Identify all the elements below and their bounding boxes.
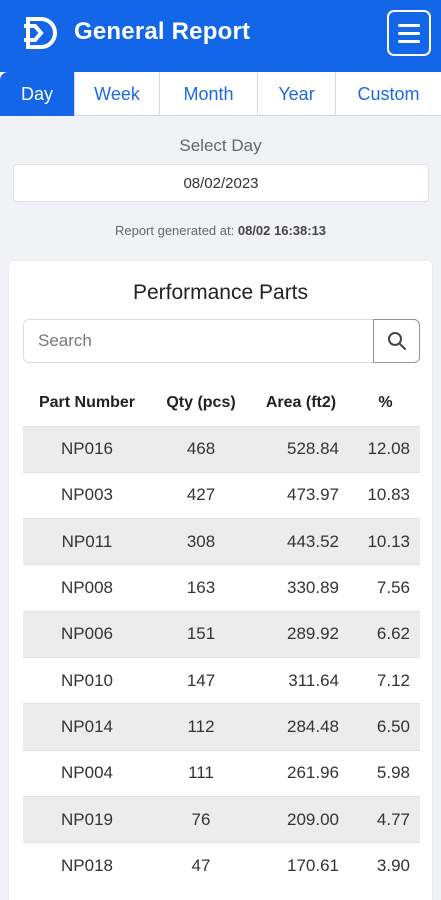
cell-percent: 12.08 bbox=[351, 425, 420, 473]
cell-part-number: NP016 bbox=[23, 425, 151, 473]
cell-percent: 4.77 bbox=[351, 795, 420, 843]
table-row[interactable]: NP011 308 443.52 10.13 bbox=[23, 518, 420, 565]
cell-percent: 7.12 bbox=[351, 656, 420, 704]
card-title: Performance Parts bbox=[132, 281, 309, 304]
cell-area: 209.00 bbox=[251, 795, 351, 843]
column-header-qty[interactable]: Qty (pcs) bbox=[151, 380, 251, 426]
report-generated-prefix: Report generated at: bbox=[114, 223, 235, 238]
cell-qty: 112 bbox=[151, 703, 251, 751]
logo-icon bbox=[24, 17, 57, 49]
cell-qty: 427 bbox=[151, 471, 251, 519]
search-input[interactable] bbox=[23, 319, 373, 363]
cell-area: 311.64 bbox=[251, 656, 351, 704]
cell-qty: 163 bbox=[151, 564, 251, 612]
cell-percent: 10.13 bbox=[351, 518, 420, 565]
cell-part-number: NP010 bbox=[23, 656, 151, 704]
cell-percent: 6.50 bbox=[351, 703, 420, 751]
cell-area: 170.61 bbox=[251, 842, 351, 889]
cell-percent: 7.56 bbox=[351, 564, 420, 612]
table-row[interactable]: NP019 76 209.00 4.77 bbox=[23, 795, 420, 843]
cell-area: 261.96 bbox=[251, 749, 351, 797]
cell-area: 284.48 bbox=[251, 703, 351, 751]
table-row[interactable]: NP004 111 261.96 5.98 bbox=[23, 749, 420, 797]
period-tabs: Day Week Month Year Custom bbox=[0, 72, 441, 116]
cell-area: 289.92 bbox=[251, 610, 351, 658]
cell-percent: 10.83 bbox=[351, 471, 420, 519]
cell-qty: 47 bbox=[151, 842, 251, 889]
select-day-label: Select Day bbox=[179, 136, 262, 155]
cell-part-number: NP006 bbox=[23, 610, 151, 658]
cell-percent: 3.90 bbox=[351, 842, 420, 889]
search-button[interactable] bbox=[373, 319, 420, 363]
cell-part-number: NP018 bbox=[23, 842, 151, 889]
cell-area: 528.84 bbox=[251, 425, 351, 473]
cell-part-number: NP019 bbox=[23, 795, 151, 843]
search-icon bbox=[387, 332, 406, 350]
table-row[interactable]: NP018 47 170.61 3.90 bbox=[23, 842, 420, 889]
cell-part-number: NP014 bbox=[23, 703, 151, 751]
column-header-part-number[interactable]: Part Number bbox=[23, 380, 151, 426]
parts-table: Part Number Qty (pcs) Area (ft2) % NP016… bbox=[23, 380, 420, 889]
cell-area: 473.97 bbox=[251, 471, 351, 519]
date-field[interactable]: 08/02/2023 bbox=[13, 164, 429, 202]
cell-part-number: NP003 bbox=[23, 471, 151, 519]
tab-custom[interactable]: Custom bbox=[336, 72, 441, 116]
cell-part-number: NP008 bbox=[23, 564, 151, 612]
cell-percent: 6.62 bbox=[351, 610, 420, 658]
table-header-row: Part Number Qty (pcs) Area (ft2) % bbox=[23, 380, 420, 426]
page-title: General Report bbox=[74, 18, 251, 45]
column-header-percent[interactable]: % bbox=[351, 380, 420, 426]
table-row[interactable]: NP014 112 284.48 6.50 bbox=[23, 703, 420, 751]
performance-parts-card: Performance Parts Part Number Qty (pcs) … bbox=[9, 261, 432, 900]
table-row[interactable]: NP016 468 528.84 12.08 bbox=[23, 425, 420, 473]
cell-qty: 147 bbox=[151, 656, 251, 704]
date-section: Select Day 08/02/2023 Report generated a… bbox=[0, 116, 441, 250]
tab-week[interactable]: Week bbox=[75, 72, 160, 116]
tab-month[interactable]: Month bbox=[160, 72, 258, 116]
table-row[interactable]: NP006 151 289.92 6.62 bbox=[23, 610, 420, 658]
cell-qty: 151 bbox=[151, 610, 251, 658]
column-header-area[interactable]: Area (ft2) bbox=[251, 380, 351, 426]
table-row[interactable]: NP003 427 473.97 10.83 bbox=[23, 471, 420, 519]
hamburger-menu-icon[interactable] bbox=[387, 10, 431, 56]
report-generated-value: 08/02 16:38:13 bbox=[237, 223, 327, 238]
tab-year[interactable]: Year bbox=[258, 72, 336, 116]
app-header: General Report bbox=[0, 0, 441, 72]
table-row[interactable]: NP010 147 311.64 7.12 bbox=[23, 656, 420, 704]
cell-area: 330.89 bbox=[251, 564, 351, 612]
search-bar bbox=[23, 319, 420, 363]
cell-qty: 76 bbox=[151, 795, 251, 843]
report-generated-text: Report generated at: 08/02 16:38:13 bbox=[0, 223, 441, 238]
tab-day[interactable]: Day bbox=[0, 72, 75, 116]
cell-qty: 111 bbox=[151, 749, 251, 797]
cell-qty: 468 bbox=[151, 425, 251, 473]
cell-area: 443.52 bbox=[251, 518, 351, 565]
table-row[interactable]: NP008 163 330.89 7.56 bbox=[23, 564, 420, 612]
cell-part-number: NP004 bbox=[23, 749, 151, 797]
cell-part-number: NP011 bbox=[23, 518, 151, 565]
cell-percent: 5.98 bbox=[351, 749, 420, 797]
cell-qty: 308 bbox=[151, 518, 251, 565]
